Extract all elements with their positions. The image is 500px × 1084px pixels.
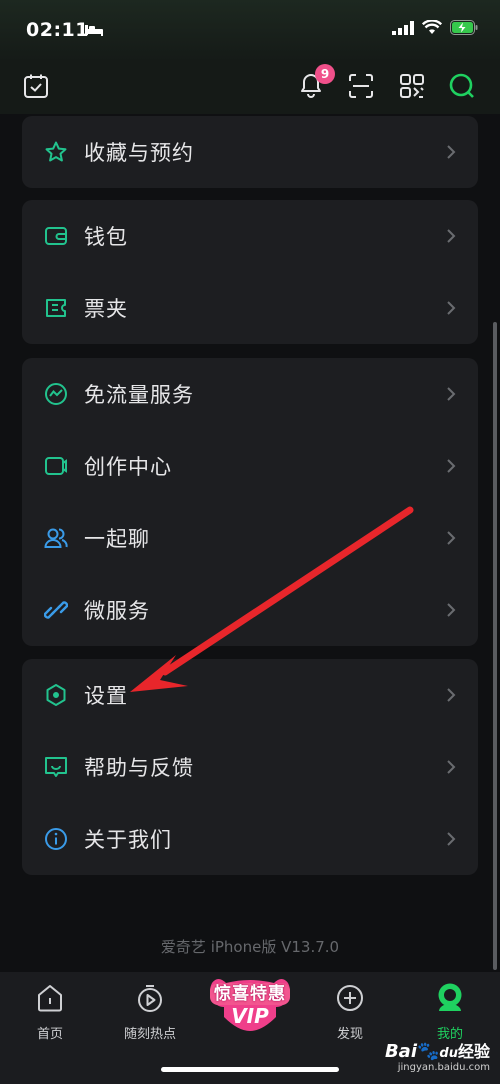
menu-item-free-data[interactable]: 免流量服务: [22, 358, 478, 430]
tab-label: 随刻热点: [123, 1027, 176, 1042]
watermark-logo-text: Bai: [384, 1041, 417, 1062]
menu-item-label: 票夹: [84, 297, 128, 321]
plus-circle-icon: [305, 982, 395, 1014]
menu-item-label: 钱包: [84, 225, 128, 249]
watermark-logo: Bai🐾du经验: [375, 1038, 490, 1062]
chevron-right-icon: [446, 687, 456, 707]
menu-item-favorites[interactable]: 收藏与预约: [22, 116, 478, 188]
tab-hot-topics[interactable]: 随刻热点: [105, 982, 195, 1042]
menu-item-tickets[interactable]: 票夹: [22, 272, 478, 344]
watermark-logo-suffix: 经验: [457, 1042, 490, 1061]
battery-charging-icon: [450, 20, 478, 39]
home-indicator: [161, 1067, 339, 1072]
chevron-right-icon: [446, 228, 456, 248]
scrollbar[interactable]: [493, 322, 497, 970]
tab-discover[interactable]: 发现: [305, 982, 395, 1042]
menu-item-about-us[interactable]: 关于我们: [22, 803, 478, 875]
ticket-icon: [44, 296, 68, 320]
baidu-jingyan-watermark: Bai🐾du经验 jingyan.baidu.com: [375, 1038, 490, 1073]
chevron-right-icon: [446, 530, 456, 550]
status-time: 02:11: [26, 19, 89, 41]
app-version: 爱奇艺 iPhone版 V13.7.0: [160, 938, 340, 956]
chevron-right-icon: [446, 300, 456, 320]
chevron-right-icon: [446, 602, 456, 622]
hexagon-settings-icon: [44, 683, 68, 707]
menu-item-label: 微服务: [84, 599, 150, 623]
chevron-right-icon: [446, 759, 456, 779]
menu-list: 收藏与预约 钱包 票夹 免流量服务 创作中心 一起聊 微服务 设置 帮助与反馈 …: [0, 114, 500, 972]
vip-logo: VIP: [230, 1003, 270, 1031]
tab-my-profile[interactable]: 我的: [405, 982, 495, 1042]
menu-item-label: 关于我们: [84, 828, 172, 852]
chevron-right-icon: [446, 831, 456, 851]
menu-item-settings[interactable]: 设置: [22, 659, 478, 731]
menu-card-wallet: 钱包 票夹: [22, 200, 478, 344]
tab-home[interactable]: 首页: [5, 982, 95, 1042]
wallet-icon: [44, 224, 68, 248]
top-bar: 9: [0, 62, 500, 114]
chevron-right-icon: [446, 144, 456, 164]
menu-item-creator-center[interactable]: 创作中心: [22, 430, 478, 502]
watermark-logo-mid: du: [439, 1046, 458, 1061]
status-bar: 02:11: [0, 0, 500, 62]
sleep-mode-icon: [84, 22, 104, 41]
data-flow-icon: [44, 382, 68, 406]
timer-play-icon: [105, 982, 195, 1014]
menu-item-help-feedback[interactable]: 帮助与反馈: [22, 731, 478, 803]
link-icon: [44, 598, 68, 622]
paw-icon: 🐾: [417, 1041, 440, 1062]
vip-promo-button[interactable]: 惊喜特惠 VIP: [208, 977, 292, 1031]
menu-item-label: 设置: [84, 684, 128, 708]
calendar-check-icon[interactable]: [20, 70, 52, 102]
camera-icon: [44, 454, 68, 478]
menu-item-chat-together[interactable]: 一起聊: [22, 502, 478, 574]
notification-badge: 9: [315, 64, 335, 84]
menu-item-label: 一起聊: [84, 527, 150, 551]
watermark-url: jingyan.baidu.com: [397, 1062, 490, 1073]
star-icon: [44, 140, 68, 164]
profile-icon: [405, 982, 495, 1014]
vip-promo-text: 惊喜特惠: [214, 984, 286, 1004]
menu-card-services: 免流量服务 创作中心 一起聊 微服务: [22, 358, 478, 646]
tab-label: 首页: [36, 1027, 63, 1042]
menu-item-micro-services[interactable]: 微服务: [22, 574, 478, 646]
home-icon: [5, 982, 95, 1014]
chevron-right-icon: [446, 458, 456, 478]
scan-icon[interactable]: [345, 70, 377, 102]
notification-bell-button[interactable]: 9: [295, 64, 335, 102]
feedback-icon: [44, 755, 68, 779]
search-icon[interactable]: [446, 70, 478, 102]
menu-item-wallet[interactable]: 钱包: [22, 200, 478, 272]
vip-logo-text: VIP: [231, 1004, 269, 1028]
chevron-right-icon: [446, 386, 456, 406]
menu-card-settings: 设置 帮助与反馈 关于我们: [22, 659, 478, 875]
menu-card-favorites: 收藏与预约: [22, 116, 478, 188]
wifi-icon: [421, 19, 443, 39]
status-indicators: [392, 19, 478, 39]
menu-item-label: 帮助与反馈: [84, 756, 194, 780]
info-icon: [44, 827, 68, 851]
signal-icon: [392, 20, 414, 39]
menu-item-label: 收藏与预约: [84, 141, 194, 165]
users-icon: [44, 526, 68, 550]
menu-item-label: 创作中心: [84, 455, 172, 479]
qr-code-icon[interactable]: [396, 70, 428, 102]
menu-item-label: 免流量服务: [84, 383, 194, 407]
